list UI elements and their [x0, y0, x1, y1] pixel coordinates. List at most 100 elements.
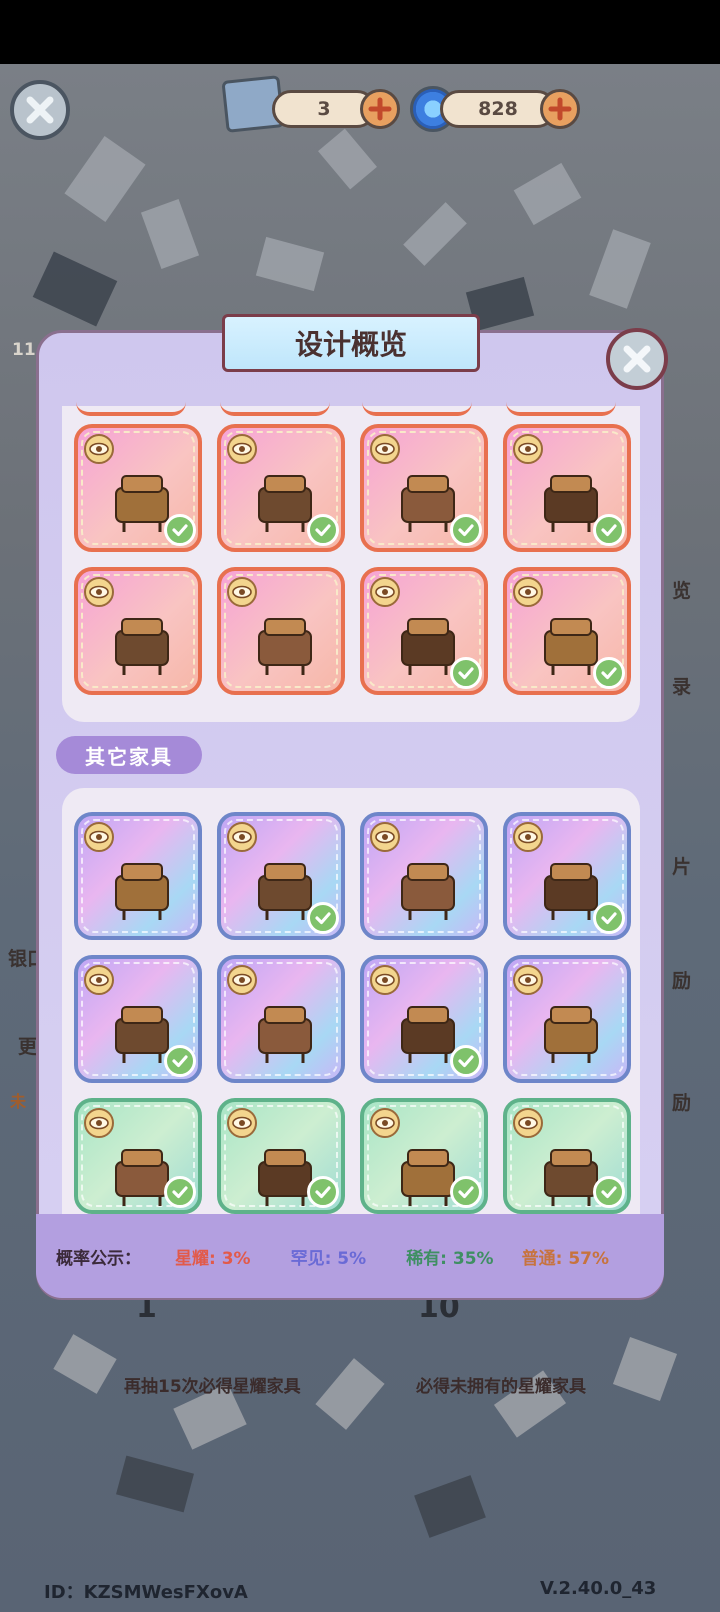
kitchen-cabinet-icon: [245, 601, 325, 681]
close-icon: [26, 96, 54, 124]
preview-eye-icon[interactable]: [370, 434, 400, 464]
bg-side-text: 励: [672, 1092, 692, 1114]
preview-eye-icon[interactable]: [84, 577, 114, 607]
bg-shard: [116, 1455, 194, 1513]
furniture-card-desk[interactable]: [217, 424, 345, 552]
card-edge: [506, 402, 616, 416]
preview-eye-icon[interactable]: [513, 1108, 543, 1138]
preview-eye-icon[interactable]: [227, 965, 257, 995]
preview-eye-icon[interactable]: [370, 577, 400, 607]
bg-side-text: 未: [10, 1092, 27, 1111]
orb-count: 828: [440, 90, 556, 128]
prob-uncommon: 稀有: 35%: [406, 1248, 494, 1269]
bg-shard: [64, 135, 146, 223]
probability-label: 概率公示：: [56, 1248, 141, 1269]
card-edge: [76, 402, 186, 416]
prob-star: 星耀: 3%: [175, 1248, 251, 1269]
bg-side-text: 励: [672, 970, 692, 992]
preview-eye-icon[interactable]: [84, 1108, 114, 1138]
preview-eye-icon[interactable]: [84, 965, 114, 995]
furniture-card-dollhouse[interactable]: [503, 1098, 631, 1214]
preview-eye-icon[interactable]: [370, 1108, 400, 1138]
bg-side-text: 览: [672, 580, 692, 602]
bg-shard: [53, 1334, 117, 1394]
bg-shard: [403, 202, 467, 266]
furniture-card-barrel[interactable]: [503, 812, 631, 940]
furniture-card-waterwheel[interactable]: [217, 812, 345, 940]
furniture-card-staircase[interactable]: [74, 812, 202, 940]
bg-side-text: 更: [18, 1036, 38, 1058]
preview-eye-icon[interactable]: [227, 822, 257, 852]
pastry-tray-icon: [388, 846, 468, 926]
bg-side-text: 录: [672, 676, 692, 698]
furniture-card-kitchen-cabinet[interactable]: [217, 567, 345, 695]
furniture-card-loom[interactable]: [503, 567, 631, 695]
furniture-card-golden-statue[interactable]: [217, 955, 345, 1083]
preview-eye-icon[interactable]: [513, 577, 543, 607]
golden-statue-icon: [245, 989, 325, 1069]
owned-check-icon: [593, 902, 625, 934]
furniture-card-easel[interactable]: [360, 567, 488, 695]
owned-check-icon: [593, 514, 625, 546]
owned-check-icon: [164, 514, 196, 546]
bg-shard: [513, 162, 582, 226]
prob-common: 普通: 57%: [521, 1248, 610, 1269]
add-tickets-button[interactable]: [360, 89, 400, 129]
close-screen-button[interactable]: [10, 80, 70, 140]
card-edge: [362, 402, 472, 416]
furniture-card-window-balcony[interactable]: [74, 567, 202, 695]
bg-shard: [255, 236, 325, 292]
bg-shard: [612, 1336, 678, 1402]
owned-check-icon: [307, 902, 339, 934]
draw-one-note: 再抽15次必得星耀家具: [124, 1377, 301, 1397]
furniture-card-ferris-wheel[interactable]: [503, 424, 631, 552]
owned-check-icon: [450, 514, 482, 546]
owned-check-icon: [307, 1176, 339, 1208]
close-icon: [623, 345, 651, 373]
window-balcony-icon: [102, 601, 182, 681]
bg-shard: [32, 251, 118, 327]
owned-check-icon: [164, 1045, 196, 1077]
furniture-card-goggles[interactable]: [503, 955, 631, 1083]
preview-eye-icon[interactable]: [370, 965, 400, 995]
preview-eye-icon[interactable]: [84, 434, 114, 464]
player-id: ID：KZSMWesFXovA: [44, 1582, 248, 1603]
furniture-card-fox-figure[interactable]: [360, 1098, 488, 1214]
bg-side-text: 片: [672, 856, 692, 878]
preview-eye-icon[interactable]: [227, 577, 257, 607]
goggles-icon: [531, 989, 611, 1069]
preview-eye-icon[interactable]: [370, 822, 400, 852]
furniture-card-pastry-tray[interactable]: [360, 812, 488, 940]
probability-bar: 概率公示： 星耀: 3% 罕见: 5% 稀有: 35% 普通: 57%: [36, 1214, 664, 1298]
furniture-card-top-hat[interactable]: [360, 955, 488, 1083]
staircase-icon: [102, 846, 182, 926]
close-modal-button[interactable]: [606, 328, 668, 390]
owned-check-icon: [593, 1176, 625, 1208]
bg-shard: [318, 128, 377, 190]
modal-title: 设计概览: [222, 314, 480, 372]
add-orbs-button[interactable]: [540, 89, 580, 129]
preview-eye-icon[interactable]: [513, 434, 543, 464]
furniture-card-cat-bag-brown[interactable]: [217, 1098, 345, 1214]
owned-check-icon: [164, 1176, 196, 1208]
furniture-card-swing[interactable]: [74, 424, 202, 552]
bg-shard: [315, 1358, 385, 1430]
bg-shard: [589, 229, 651, 309]
owned-check-icon: [450, 657, 482, 689]
system-status-bar: [0, 0, 720, 64]
furniture-card-cat-bag-white[interactable]: [74, 1098, 202, 1214]
plus-icon: [548, 97, 572, 121]
furniture-card-globe-stand[interactable]: [360, 424, 488, 552]
bg-shard: [414, 1475, 486, 1538]
prob-rare: 罕见: 5%: [290, 1248, 367, 1269]
preview-eye-icon[interactable]: [513, 965, 543, 995]
owned-check-icon: [593, 657, 625, 689]
furniture-card-owl-plush[interactable]: [74, 955, 202, 1083]
owned-check-icon: [450, 1176, 482, 1208]
preview-eye-icon[interactable]: [513, 822, 543, 852]
preview-eye-icon[interactable]: [227, 434, 257, 464]
bg-shard: [140, 198, 200, 270]
preview-eye-icon[interactable]: [227, 1108, 257, 1138]
preview-eye-icon[interactable]: [84, 822, 114, 852]
card-edge: [220, 402, 330, 416]
